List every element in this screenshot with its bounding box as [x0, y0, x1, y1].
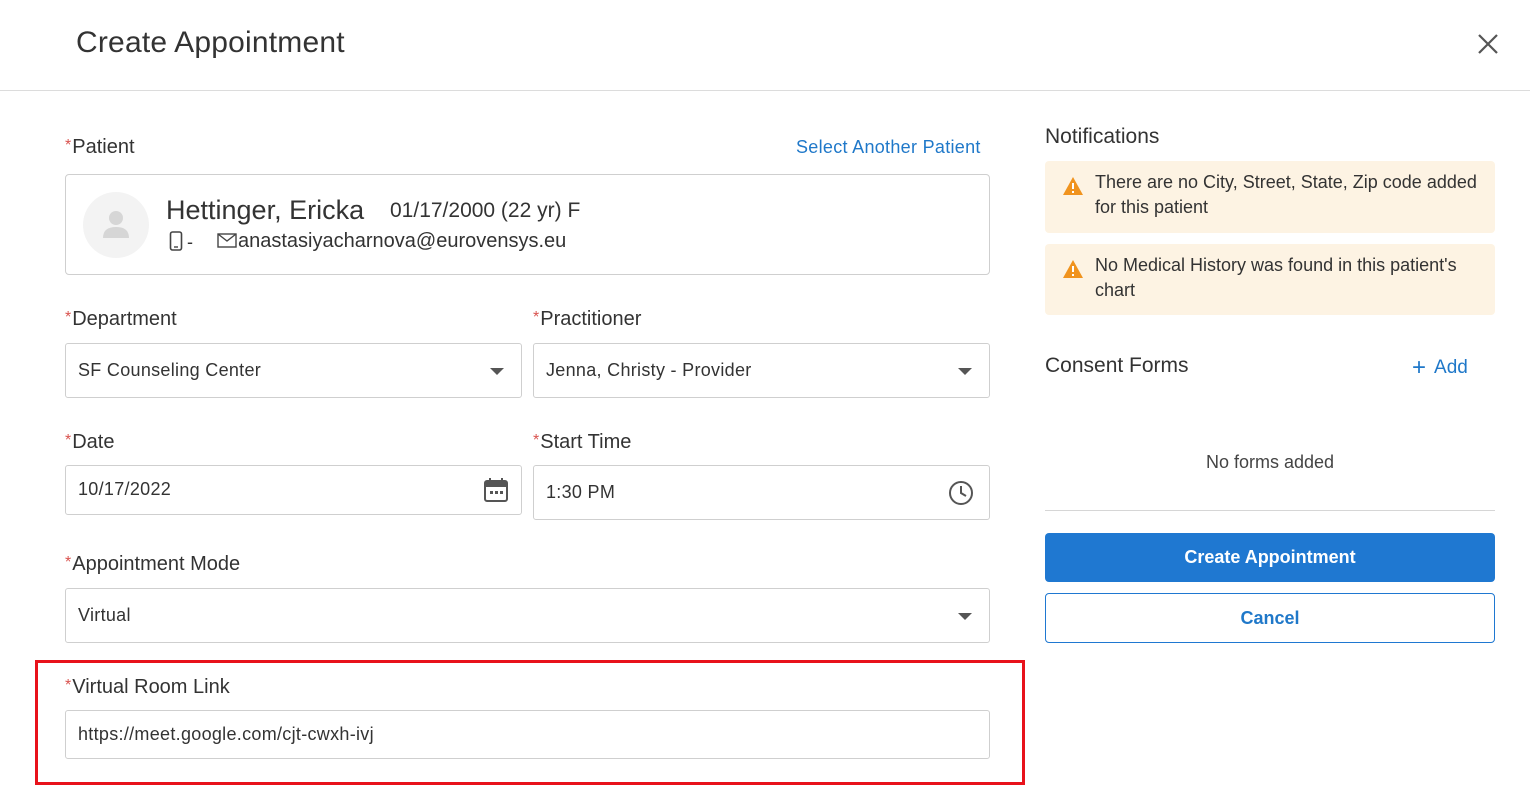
- clock-icon[interactable]: [948, 480, 974, 506]
- appointment-mode-label: *Appointment Mode: [65, 553, 241, 575]
- add-consent-form-button[interactable]: + Add: [1412, 354, 1468, 382]
- close-icon[interactable]: [1474, 30, 1502, 58]
- warning-icon: [1063, 260, 1083, 278]
- start-time-field[interactable]: 1:30 PM: [533, 465, 990, 520]
- date-value: 10/17/2022: [78, 479, 172, 499]
- highlight-box: [35, 660, 1025, 785]
- create-appointment-button[interactable]: Create Appointment: [1045, 533, 1495, 582]
- warning-icon: [1063, 177, 1083, 195]
- practitioner-select[interactable]: Jenna, Christy - Provider: [533, 343, 990, 398]
- notification-alert: There are no City, Street, State, Zip co…: [1045, 161, 1495, 233]
- patient-name: Hettinger, Ericka: [166, 195, 365, 225]
- notification-alert: No Medical History was found in this pat…: [1045, 244, 1495, 315]
- start-time-value: 1:30 PM: [546, 482, 616, 502]
- consent-forms-title: Consent Forms: [1045, 354, 1189, 377]
- divider: [1045, 510, 1495, 511]
- department-select[interactable]: SF Counseling Center: [65, 343, 522, 398]
- department-label: *Department: [65, 308, 177, 330]
- notification-text: There are no City, Street, State, Zip co…: [1095, 172, 1477, 217]
- modal-title: Create Appointment: [76, 26, 345, 59]
- appointment-mode-value: Virtual: [78, 605, 131, 625]
- patient-dob-info: 01/17/2000 (22 yr) F: [390, 199, 581, 222]
- practitioner-label: *Practitioner: [533, 308, 642, 330]
- phone-icon: [169, 231, 183, 251]
- no-forms-text: No forms added: [1205, 452, 1335, 472]
- practitioner-value: Jenna, Christy - Provider: [546, 360, 752, 380]
- patient-email: anastasiyacharnova@eurovensys.eu: [238, 230, 567, 252]
- date-label: *Date: [65, 431, 115, 453]
- patient-card: Hettinger, Ericka 01/17/2000 (22 yr) F -…: [65, 174, 990, 275]
- department-value: SF Counseling Center: [78, 360, 262, 380]
- user-avatar-icon: [83, 192, 149, 258]
- chevron-down-icon: [490, 368, 504, 375]
- mail-icon: [217, 233, 237, 248]
- patient-phone: -: [187, 232, 193, 252]
- calendar-icon[interactable]: [483, 477, 509, 503]
- select-another-patient-link[interactable]: Select Another Patient: [796, 137, 981, 158]
- start-time-label: *Start Time: [533, 431, 632, 453]
- modal-header: Create Appointment: [0, 0, 1530, 91]
- notifications-title: Notifications: [1045, 125, 1160, 148]
- cancel-button[interactable]: Cancel: [1045, 593, 1495, 643]
- patient-label: *Patient: [65, 136, 135, 158]
- appointment-mode-select[interactable]: Virtual: [65, 588, 990, 643]
- date-field[interactable]: 10/17/2022: [65, 465, 522, 515]
- chevron-down-icon: [958, 613, 972, 620]
- chevron-down-icon: [958, 368, 972, 375]
- plus-icon: +: [1412, 354, 1427, 381]
- notification-text: No Medical History was found in this pat…: [1095, 255, 1457, 300]
